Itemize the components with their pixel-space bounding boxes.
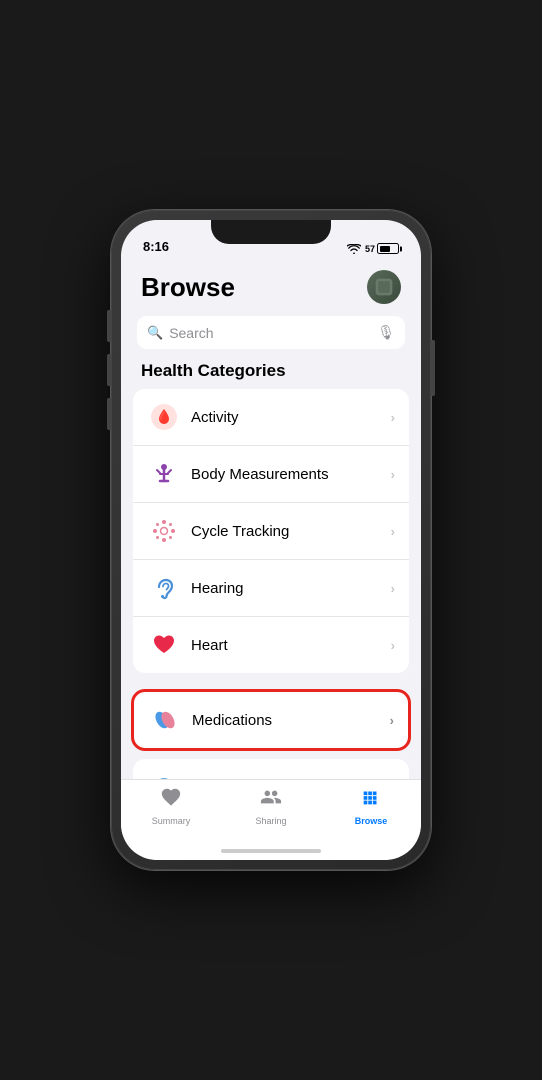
- summary-tab-label: Summary: [152, 816, 191, 826]
- list-item[interactable]: Activity ›: [133, 389, 409, 446]
- cycle-tracking-icon: [147, 514, 181, 548]
- list-item[interactable]: Body Measurements ›: [133, 446, 409, 503]
- search-bar[interactable]: 🔍 Search 🎙: [137, 316, 405, 349]
- sharing-tab-icon: [260, 786, 282, 814]
- chevron-icon: ›: [391, 410, 395, 425]
- medications-label: Medications: [192, 712, 390, 729]
- list-item[interactable]: Cycle Tracking ›: [133, 503, 409, 560]
- search-icon: 🔍: [147, 325, 163, 341]
- body-measurements-label: Body Measurements: [191, 466, 391, 483]
- mindfulness-icon: [147, 770, 181, 779]
- chevron-icon: ›: [391, 524, 395, 539]
- body-measurements-icon: [147, 457, 181, 491]
- chevron-icon: ›: [391, 638, 395, 653]
- page-header: Browse: [121, 260, 421, 312]
- status-icons: 57: [347, 243, 399, 254]
- hearing-icon: [147, 571, 181, 605]
- wifi-icon: [347, 244, 361, 254]
- microphone-icon[interactable]: 🎙: [377, 324, 395, 341]
- browse-tab-label: Browse: [355, 816, 388, 826]
- medications-icon: [148, 703, 182, 737]
- medications-list-item[interactable]: Medications ›: [134, 692, 408, 748]
- home-bar: [221, 849, 321, 853]
- categories-list-2: Mindfulness ›: [133, 759, 409, 779]
- summary-tab-icon: [160, 786, 182, 814]
- search-placeholder: Search: [169, 325, 371, 341]
- cycle-tracking-label: Cycle Tracking: [191, 523, 391, 540]
- chevron-icon: ›: [390, 713, 394, 728]
- user-avatar[interactable]: [367, 270, 401, 304]
- chevron-icon: ›: [391, 581, 395, 596]
- list-item[interactable]: Heart ›: [133, 617, 409, 673]
- home-indicator: [121, 842, 421, 860]
- status-time: 8:16: [143, 239, 169, 254]
- battery-icon: 57: [365, 243, 399, 254]
- medications-highlighted-wrapper: Medications ›: [131, 689, 411, 751]
- list-item[interactable]: Hearing ›: [133, 560, 409, 617]
- notch: [211, 220, 331, 244]
- sharing-tab-label: Sharing: [255, 816, 286, 826]
- tab-summary[interactable]: Summary: [121, 786, 221, 826]
- activity-icon: [147, 400, 181, 434]
- tab-bar: Summary Sharing Browse: [121, 779, 421, 842]
- browse-tab-icon: [360, 786, 382, 814]
- page-title: Browse: [141, 272, 235, 303]
- phone-screen: 8:16 57: [121, 220, 421, 860]
- chevron-icon: ›: [391, 467, 395, 482]
- section-title: Health Categories: [121, 361, 421, 389]
- scroll-content[interactable]: Browse 🔍 Search 🎙 Health Categories: [121, 260, 421, 779]
- mindfulness-label: Mindfulness: [191, 779, 391, 780]
- hearing-label: Hearing: [191, 580, 391, 597]
- activity-label: Activity: [191, 409, 391, 426]
- heart-icon: [147, 628, 181, 662]
- tab-sharing[interactable]: Sharing: [221, 786, 321, 826]
- phone-frame: 8:16 57: [111, 210, 431, 870]
- tab-browse[interactable]: Browse: [321, 786, 421, 826]
- categories-list: Activity ›: [133, 389, 409, 673]
- list-item[interactable]: Mindfulness ›: [133, 759, 409, 779]
- heart-label: Heart: [191, 637, 391, 654]
